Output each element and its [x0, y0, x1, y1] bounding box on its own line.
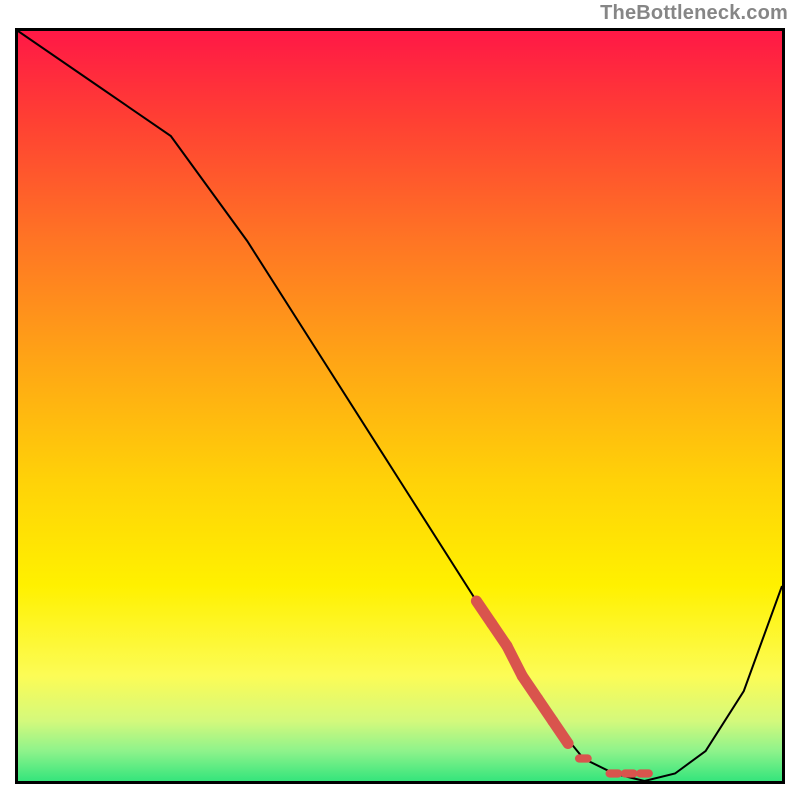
highlight-dash — [606, 769, 623, 777]
chart-frame: TheBottleneck.com — [0, 0, 800, 800]
highlight-segment — [553, 721, 568, 744]
series-container — [18, 31, 782, 781]
plot-area — [15, 28, 785, 784]
highlight-dash — [621, 769, 638, 777]
bottleneck-curve — [18, 31, 782, 781]
chart-svg — [18, 31, 782, 781]
highlight-dash — [636, 769, 653, 777]
attribution-label: TheBottleneck.com — [600, 2, 788, 25]
highlight-dash — [575, 754, 592, 762]
